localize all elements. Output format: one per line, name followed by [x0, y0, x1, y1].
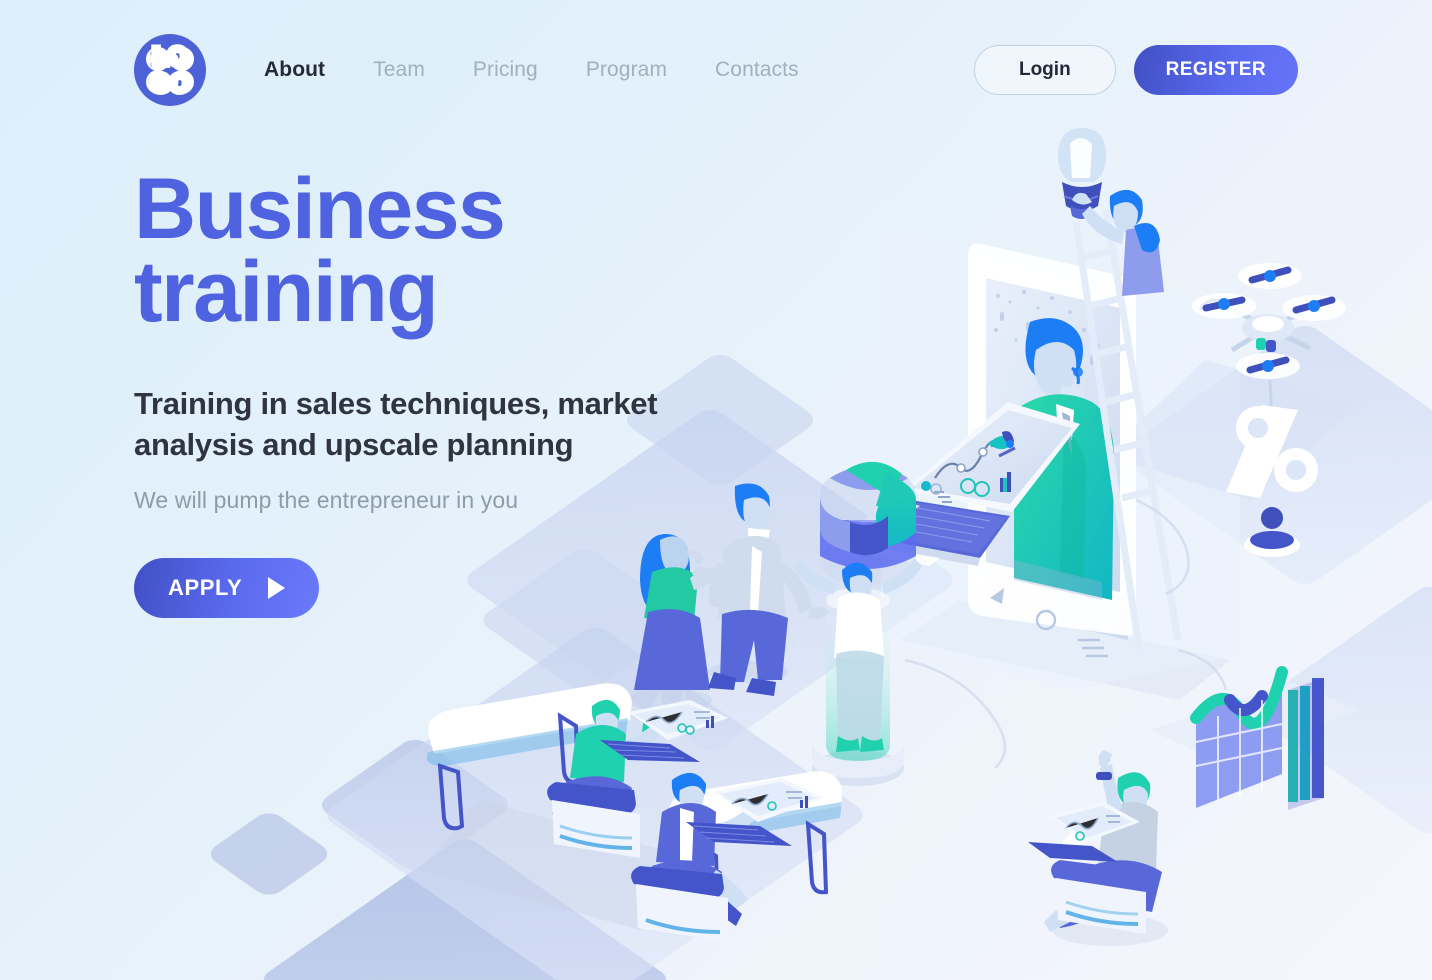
smartphone-screen-with-presenter: [968, 243, 1136, 658]
hero-lead-text: We will pump the entrepreneur in you: [134, 487, 519, 514]
background-diamond: [1113, 321, 1432, 589]
logo-text-top: LO: [153, 43, 188, 71]
connector-lines: [904, 498, 1228, 769]
ladder-with-woman-holding-lightbulb: [1058, 128, 1182, 656]
apply-button[interactable]: APPLY: [134, 558, 320, 619]
area-line-chart-with-bars: [1150, 666, 1360, 810]
drone-rotor: [1192, 293, 1256, 319]
hero-section: Business training Training in sales tech…: [134, 166, 774, 619]
site-header: LO GO LO GO About Team Pricing Program C…: [0, 0, 1432, 140]
background-diamond: [257, 834, 673, 980]
drone-rotor: [1238, 263, 1302, 289]
background-diamond: [204, 808, 334, 900]
nav-item-contacts[interactable]: Contacts: [691, 58, 823, 82]
logo[interactable]: LO GO LO GO: [134, 34, 206, 106]
lightbulb-icon: [1058, 128, 1106, 219]
percent-symbol: [1226, 405, 1318, 498]
background-diamond: [315, 735, 515, 875]
nav-item-pricing[interactable]: Pricing: [449, 58, 562, 82]
main-navigation: About Team Pricing Program Contacts: [264, 58, 823, 82]
laptop-with-analytics-dashboard: [845, 402, 1080, 566]
background-diamond: [320, 622, 870, 980]
auth-actions: Login REGISTER: [973, 45, 1298, 95]
woman-on-pedestal: [794, 558, 922, 786]
donut-pie-chart: [820, 461, 916, 586]
page-title-line-1: Business: [134, 161, 506, 257]
two-people-at-desks-with-laptops: [420, 683, 842, 942]
logo-icon: LO GO LO GO: [136, 36, 204, 104]
login-button[interactable]: Login: [973, 45, 1116, 95]
play-triangle-icon: [268, 577, 286, 600]
push-pin: [1244, 507, 1300, 557]
drone-rotor: [1236, 353, 1300, 379]
drone-rotor: [1282, 295, 1346, 321]
page-title: Business training: [134, 166, 774, 335]
platform-group: [880, 230, 1240, 700]
apply-button-label: APPLY: [168, 575, 243, 601]
nav-item-team[interactable]: Team: [349, 58, 449, 82]
man-on-box-with-laptop: [1028, 750, 1168, 946]
hero-subtitle: Training in sales techniques, market ana…: [134, 385, 658, 463]
quadcopter-drone: [1192, 263, 1346, 421]
background-diamond: [1247, 581, 1432, 839]
ladder-icon: [1072, 209, 1182, 656]
page-title-line-2: training: [134, 244, 439, 341]
platform-right: [1105, 360, 1360, 500]
logo-text-bottom: GO: [151, 70, 190, 98]
register-button[interactable]: REGISTER: [1133, 45, 1298, 95]
nav-item-about[interactable]: About: [264, 58, 349, 82]
nav-item-program[interactable]: Program: [562, 58, 691, 82]
